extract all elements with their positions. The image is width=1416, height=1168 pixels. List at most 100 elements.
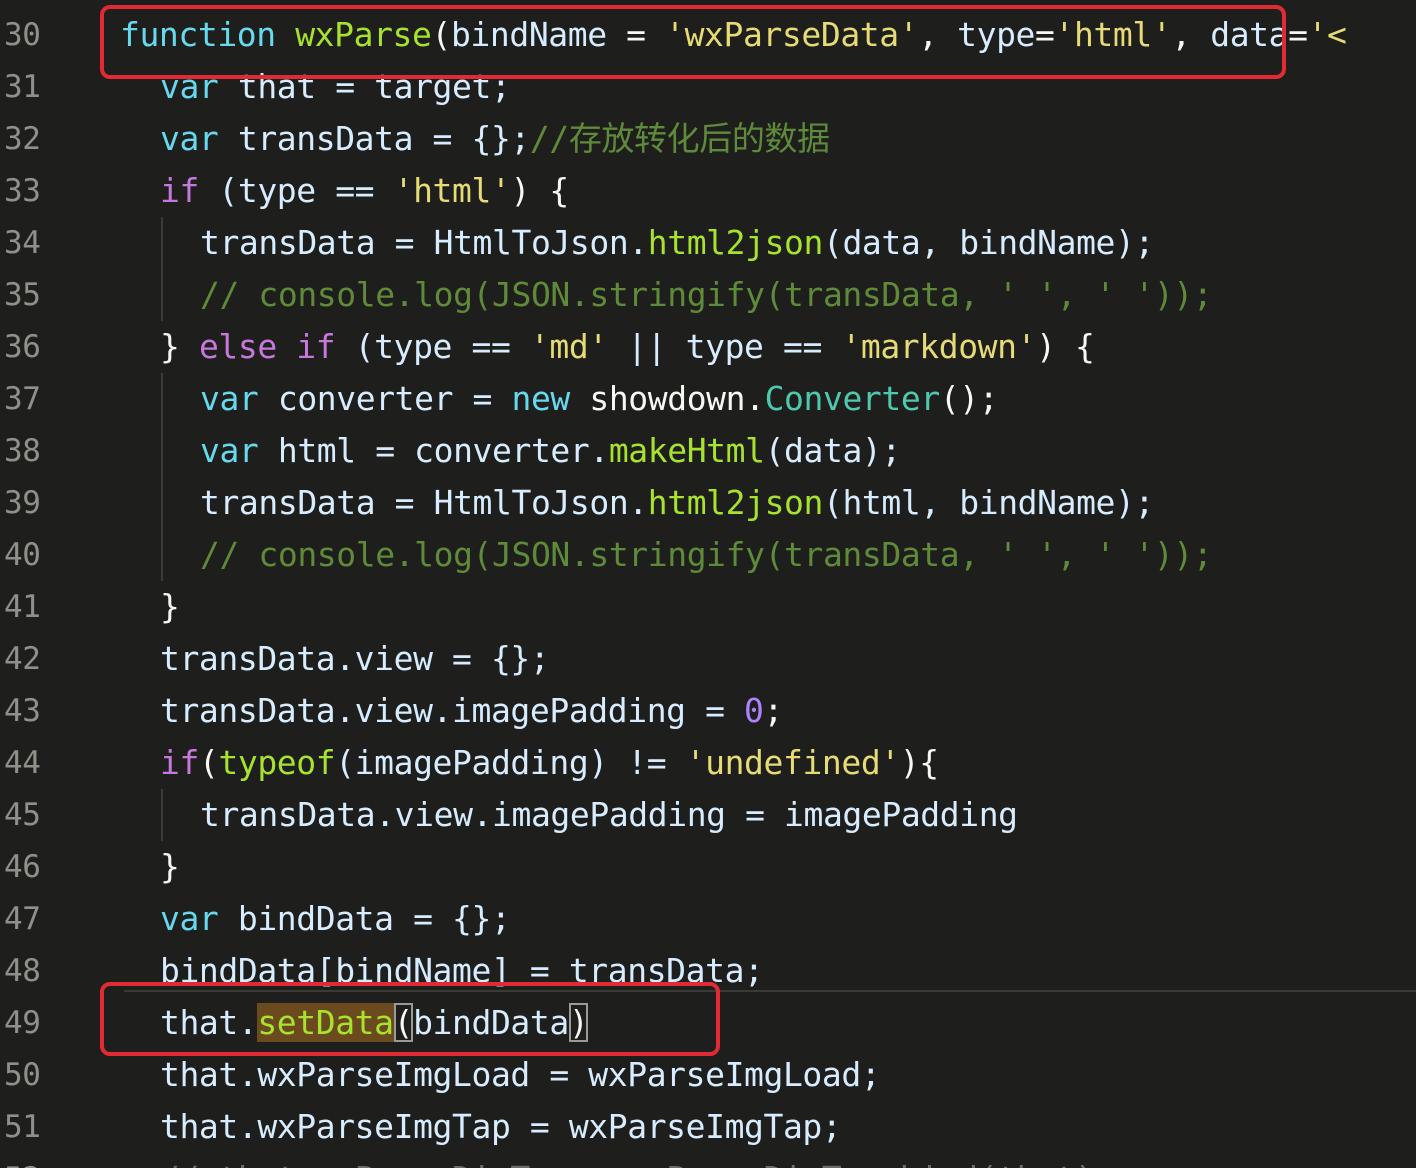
line-number: 45 bbox=[4, 797, 41, 833]
code-token: ; bbox=[763, 691, 784, 730]
line-code: var html = converter.makeHtml(data); bbox=[200, 425, 901, 477]
code-line[interactable]: 51 that.wxParseImgTap = wxParseImgTap; bbox=[0, 1101, 1416, 1153]
code-token: that. bbox=[160, 1003, 258, 1042]
indent-guide bbox=[161, 217, 163, 269]
indent-guide bbox=[161, 269, 163, 321]
line-code: } bbox=[160, 841, 180, 893]
code-line[interactable]: 30 function wxParse(bindName = 'wxParseDa… bbox=[0, 9, 1416, 61]
line-number: 52 bbox=[4, 1153, 64, 1168]
code-token: 'md' bbox=[529, 327, 608, 366]
code-token: , bbox=[1171, 15, 1211, 54]
code-token: ( bbox=[198, 743, 219, 782]
code-token: 'html' bbox=[393, 171, 511, 210]
line-number: 39 bbox=[4, 485, 41, 521]
code-token: ) bbox=[568, 1003, 589, 1042]
code-token: var bbox=[160, 899, 219, 938]
line-code: transData.view.imagePadding = 0; bbox=[160, 685, 783, 737]
code-line[interactable]: 48 bindData[bindName] = transData; bbox=[0, 945, 1416, 997]
line-code: var transData = {};//存放转化后的数据 bbox=[160, 113, 830, 165]
code-token: var bbox=[200, 379, 259, 418]
code-token: // console.log(JSON.stringify(transData,… bbox=[200, 275, 1213, 314]
code-token: (); bbox=[939, 379, 999, 418]
line-number: 49 bbox=[4, 1005, 41, 1041]
code-token: html2json bbox=[647, 223, 824, 262]
code-editor[interactable]: 30 function wxParse(bindName = 'wxParseDa… bbox=[0, 0, 1416, 1168]
code-token: data bbox=[1210, 15, 1289, 54]
code-line[interactable]: 39 transData = HtmlToJson.html2json(html,… bbox=[0, 477, 1416, 529]
line-number: 47 bbox=[4, 901, 41, 937]
code-token: 0 bbox=[744, 691, 764, 730]
code-line[interactable]: 38 var html = converter.makeHtml(data); bbox=[0, 425, 1416, 477]
line-number: 51 bbox=[4, 1109, 41, 1145]
line-code: // console.log(JSON.stringify(transData,… bbox=[200, 529, 1213, 581]
code-token: transData.view.imagePadding = bbox=[160, 691, 745, 730]
code-token: bindData[bindName] = transData; bbox=[160, 951, 764, 990]
code-line[interactable]: 33 if (type == 'html') { bbox=[0, 165, 1416, 217]
line-number: 37 bbox=[4, 381, 41, 417]
code-line[interactable]: 31 var that = target; bbox=[0, 61, 1416, 113]
code-token: (type == bbox=[198, 171, 394, 210]
line-code: that.wxParseImgLoad = wxParseImgLoad; bbox=[160, 1049, 881, 1101]
code-token: setData bbox=[257, 1003, 394, 1042]
line-code: transData.view = {}; bbox=[160, 633, 550, 685]
code-token: ){ bbox=[899, 743, 939, 782]
line-code: if(typeof(imagePadding) != 'undefined'){ bbox=[160, 737, 939, 789]
code-line[interactable]: 41} bbox=[0, 581, 1416, 633]
code-token: (type == bbox=[335, 327, 530, 366]
code-token: (data); bbox=[764, 431, 902, 470]
code-token: 'wxParseData' bbox=[665, 15, 919, 54]
code-line[interactable]: 42 transData.view = {}; bbox=[0, 633, 1416, 685]
code-line[interactable]: 46} bbox=[0, 841, 1416, 893]
code-token: // that.wxParseDivTap = wxParseDivTap.bi… bbox=[160, 1159, 1095, 1168]
code-line[interactable]: 45 transData.view.imagePadding = imagePad… bbox=[0, 789, 1416, 841]
code-line[interactable]: 44 if(typeof(imagePadding) != 'undefined'… bbox=[0, 737, 1416, 789]
line-code: // that.wxParseDivTap = wxParseDivTap.bi… bbox=[160, 1153, 1095, 1168]
code-token: bindName bbox=[450, 15, 607, 54]
line-code: that.wxParseImgTap = wxParseImgTap; bbox=[160, 1101, 842, 1153]
code-line[interactable]: 32 var transData = {};//存放转化后的数据 bbox=[0, 113, 1416, 165]
line-code: } else if (type == 'md' || type == 'mark… bbox=[160, 321, 1095, 373]
line-code: var that = target; bbox=[160, 61, 511, 113]
code-token: (data, bindName); bbox=[822, 223, 1154, 262]
code-token: makeHtml bbox=[608, 431, 765, 470]
code-line[interactable]: 43 transData.view.imagePadding = 0; bbox=[0, 685, 1416, 737]
code-token: transData.view.imagePadding = imagePaddi… bbox=[200, 795, 1018, 834]
line-code: transData = HtmlToJson.html2json(html, b… bbox=[200, 477, 1154, 529]
line-number: 33 bbox=[4, 173, 41, 209]
code-line[interactable]: 50 that.wxParseImgLoad = wxParseImgLoad; bbox=[0, 1049, 1416, 1101]
code-token: ( bbox=[393, 1003, 414, 1042]
code-token: typeof bbox=[218, 743, 336, 782]
code-token: Converter bbox=[764, 379, 941, 418]
code-token: 'markdown' bbox=[841, 327, 1037, 366]
code-line[interactable]: 34 transData = HtmlToJson.html2json(data,… bbox=[0, 217, 1416, 269]
code-token: (html, bindName); bbox=[822, 483, 1154, 522]
code-token: transData = HtmlToJson. bbox=[200, 223, 648, 262]
code-line[interactable]: 40 // console.log(JSON.stringify(transDat… bbox=[0, 529, 1416, 581]
line-number: 36 bbox=[4, 329, 41, 365]
code-token: else if bbox=[198, 327, 336, 366]
line-number: 48 bbox=[4, 953, 41, 989]
code-token: var bbox=[200, 431, 259, 470]
code-token: showdown. bbox=[569, 379, 765, 418]
code-line[interactable]: 49 that.setData(bindData) bbox=[0, 997, 1416, 1049]
code-token: , bbox=[918, 15, 958, 54]
line-code: transData.view.imagePadding = imagePaddi… bbox=[200, 789, 1018, 841]
code-line[interactable]: 52 // that.wxParseDivTap = wxParseDivTap.… bbox=[0, 1153, 1416, 1168]
code-token: converter = bbox=[258, 379, 512, 418]
line-number: 32 bbox=[4, 121, 41, 157]
code-line[interactable]: 37 var converter = new showdown.Converter… bbox=[0, 373, 1416, 425]
code-line[interactable]: 47 var bindData = {}; bbox=[0, 893, 1416, 945]
code-token: wxParse bbox=[295, 15, 432, 54]
code-token: if bbox=[160, 171, 199, 210]
code-token: = bbox=[606, 15, 666, 54]
code-token: ) { bbox=[510, 171, 569, 210]
code-token: //存放转化后的数据 bbox=[529, 119, 830, 158]
code-line[interactable]: 35 // console.log(JSON.stringify(transDat… bbox=[0, 269, 1416, 321]
code-token: var bbox=[160, 119, 219, 158]
code-line[interactable]: 36 } else if (type == 'md' || type == 'ma… bbox=[0, 321, 1416, 373]
code-token: 'undefined' bbox=[685, 743, 901, 782]
code-token: ) { bbox=[1036, 327, 1095, 366]
code-token: } bbox=[160, 587, 180, 626]
line-number: 46 bbox=[4, 849, 41, 885]
line-code: bindData[bindName] = transData; bbox=[160, 945, 764, 997]
